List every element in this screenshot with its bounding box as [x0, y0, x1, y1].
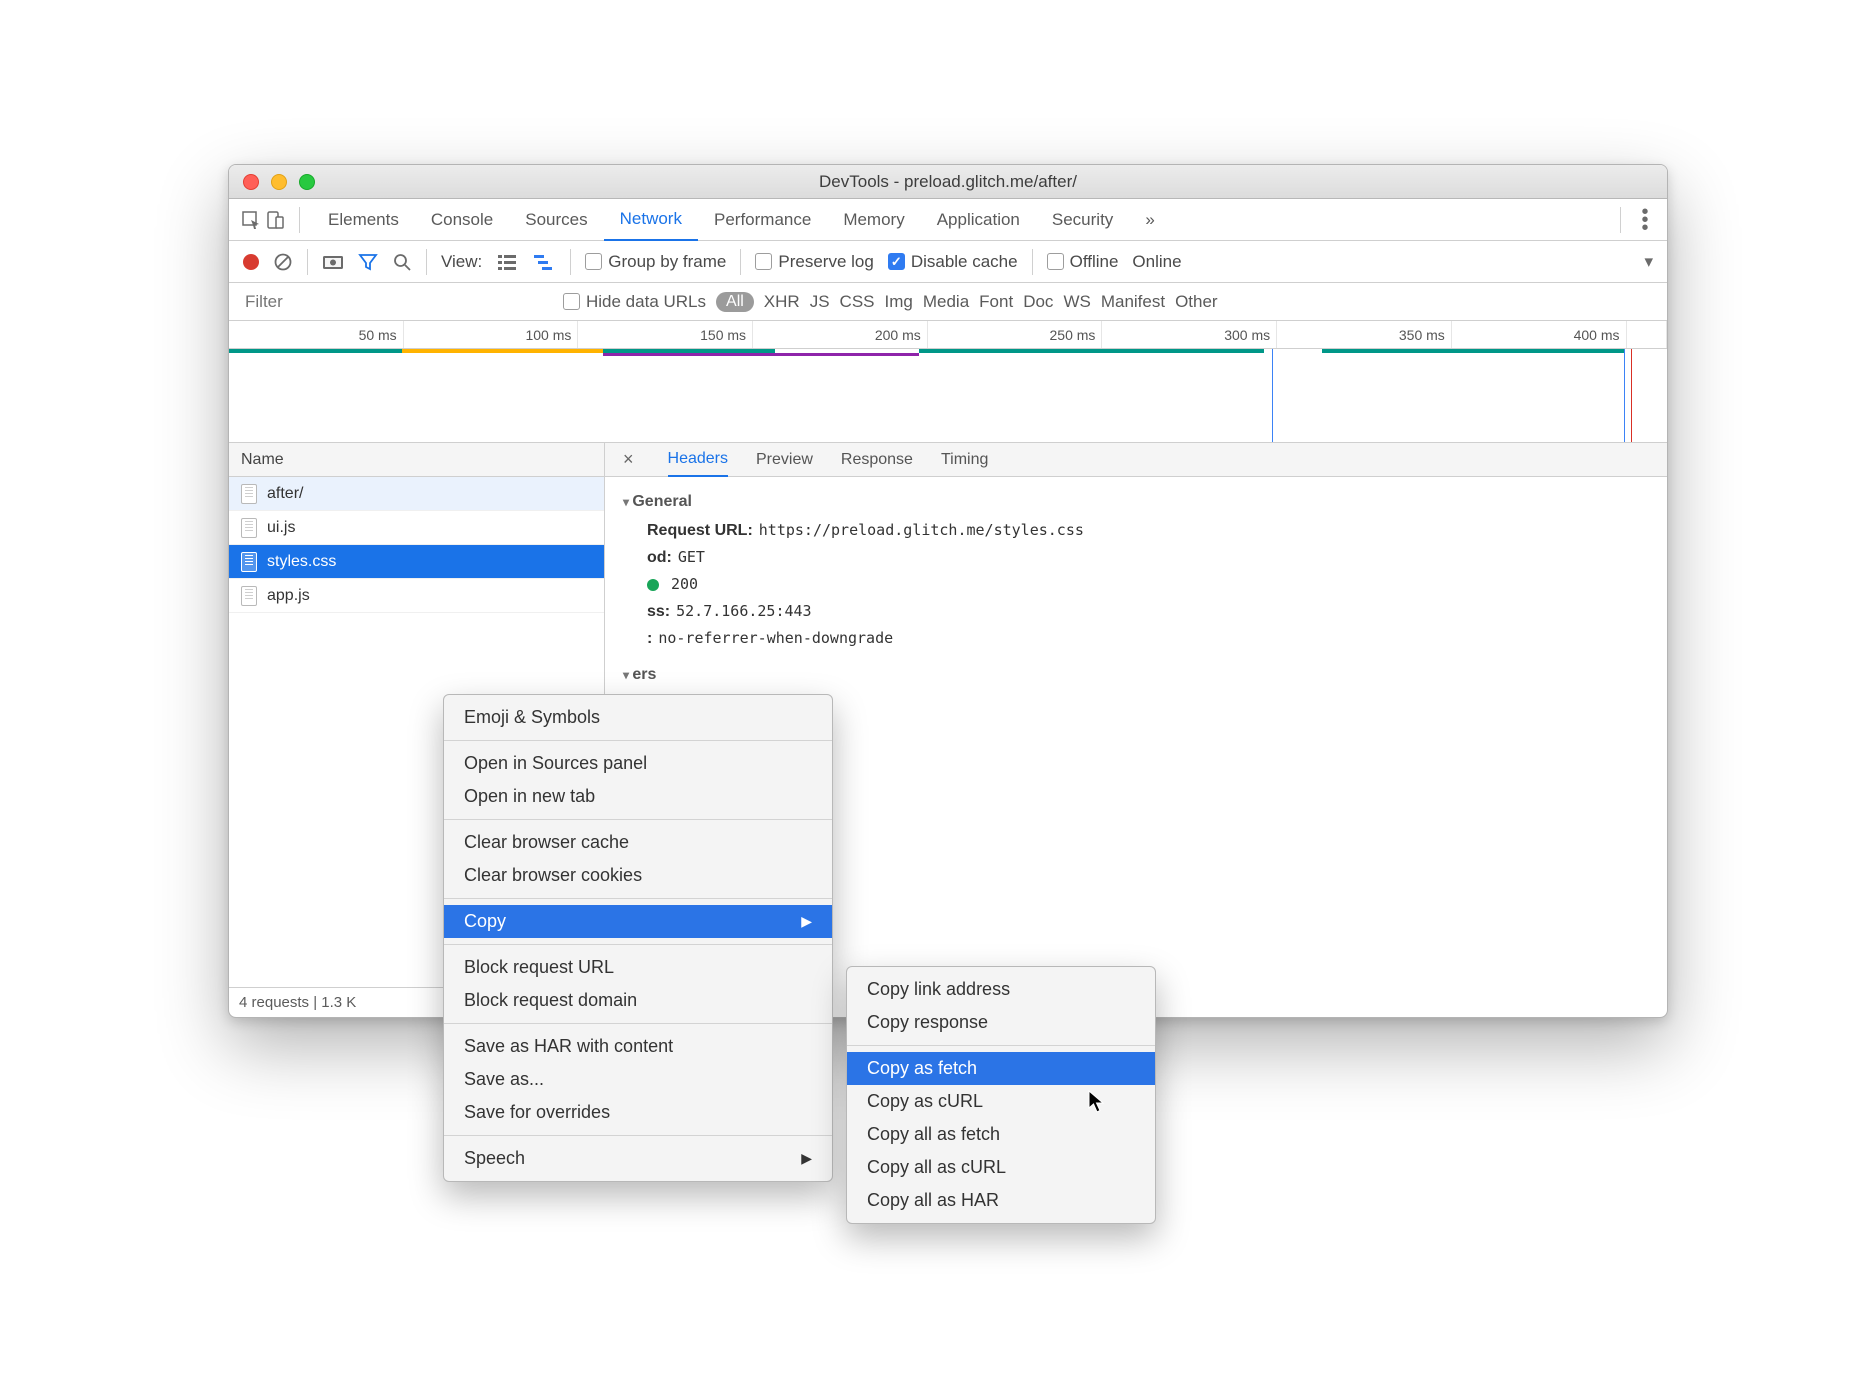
status-dot-icon [647, 579, 659, 591]
tab-sources[interactable]: Sources [509, 199, 603, 240]
request-row[interactable]: app.js [229, 579, 604, 613]
throttling-dropdown-icon[interactable]: ▾ [1644, 252, 1653, 272]
filter-type-media[interactable]: Media [923, 292, 969, 312]
refpolicy-label-partial: : [647, 630, 652, 647]
filter-type-manifest[interactable]: Manifest [1101, 292, 1165, 312]
disable-cache-checkbox[interactable]: Disable cache [888, 252, 1018, 272]
filter-type-font[interactable]: Font [979, 292, 1013, 312]
filter-bar: Hide data URLs All XHR JS CSS Img Media … [229, 283, 1667, 321]
column-header-name[interactable]: Name [229, 443, 604, 477]
tab-console[interactable]: Console [415, 199, 509, 240]
search-icon[interactable] [392, 252, 412, 272]
context-menu: Emoji & Symbols Open in Sources panel Op… [443, 694, 833, 1182]
detail-tabs: × Headers Preview Response Timing [605, 443, 1667, 477]
method-value: GET [678, 548, 705, 566]
file-icon [241, 484, 257, 504]
filter-type-other[interactable]: Other [1175, 292, 1218, 312]
main-tabs: Elements Console Sources Network Perform… [229, 199, 1667, 241]
clear-button[interactable] [273, 252, 293, 272]
group-by-frame-checkbox[interactable]: Group by frame [585, 252, 726, 272]
submenu-copy-as-fetch[interactable]: Copy as fetch [847, 1052, 1155, 1085]
device-toggle-icon[interactable] [263, 208, 287, 232]
detail-tab-headers[interactable]: Headers [668, 444, 728, 477]
response-headers-section[interactable]: ers [623, 666, 1649, 684]
screenshots-icon[interactable] [322, 253, 344, 271]
method-label-partial: od: [647, 549, 672, 566]
copy-submenu: Copy link address Copy response Copy as … [846, 966, 1156, 1224]
titlebar: DevTools - preload.glitch.me/after/ [229, 165, 1667, 199]
tab-performance[interactable]: Performance [698, 199, 827, 240]
remote-label-partial: ss: [647, 603, 670, 620]
menu-save-har[interactable]: Save as HAR with content [444, 1030, 832, 1063]
tabs-overflow[interactable]: » [1129, 199, 1170, 240]
mouse-cursor-icon [1088, 1090, 1106, 1114]
file-icon [241, 518, 257, 538]
request-url-value: https://preload.glitch.me/styles.css [759, 521, 1084, 539]
menu-block-url[interactable]: Block request URL [444, 951, 832, 984]
menu-speech[interactable]: Speech▶ [444, 1142, 832, 1175]
request-row[interactable]: ui.js [229, 511, 604, 545]
submenu-copy-link[interactable]: Copy link address [847, 973, 1155, 1006]
menu-block-domain[interactable]: Block request domain [444, 984, 832, 1017]
request-url-label: Request URL: [647, 522, 753, 539]
menu-emoji-symbols[interactable]: Emoji & Symbols [444, 701, 832, 734]
detail-tab-response[interactable]: Response [841, 443, 913, 476]
filter-toggle-icon[interactable] [358, 252, 378, 272]
inspect-icon[interactable] [239, 208, 263, 232]
settings-menu-icon[interactable]: ••• [1633, 208, 1657, 232]
filter-type-doc[interactable]: Doc [1023, 292, 1053, 312]
menu-open-new-tab[interactable]: Open in new tab [444, 780, 832, 813]
waterfall-overview-icon[interactable] [532, 253, 556, 271]
submenu-arrow-icon: ▶ [801, 1150, 812, 1167]
submenu-copy-as-curl[interactable]: Copy as cURL [847, 1085, 1155, 1118]
network-toolbar: View: Group by frame Preserve log Disabl… [229, 241, 1667, 283]
offline-checkbox[interactable]: Offline [1047, 252, 1119, 272]
status-code-value: 200 [671, 575, 698, 593]
menu-open-sources[interactable]: Open in Sources panel [444, 747, 832, 780]
menu-save-overrides[interactable]: Save for overrides [444, 1096, 832, 1129]
tab-security[interactable]: Security [1036, 199, 1129, 240]
tab-memory[interactable]: Memory [827, 199, 920, 240]
waterfall-overview[interactable] [229, 349, 1667, 443]
file-icon [241, 552, 257, 572]
large-rows-icon[interactable] [496, 253, 518, 271]
submenu-arrow-icon: ▶ [801, 913, 812, 930]
filter-type-js[interactable]: JS [810, 292, 830, 312]
referrer-policy-value: no-referrer-when-downgrade [658, 629, 893, 647]
submenu-copy-all-fetch[interactable]: Copy all as fetch [847, 1118, 1155, 1151]
timeline-ruler[interactable]: 50 ms 100 ms 150 ms 200 ms 250 ms 300 ms… [229, 321, 1667, 349]
submenu-copy-all-har[interactable]: Copy all as HAR [847, 1184, 1155, 1217]
request-row[interactable]: after/ [229, 477, 604, 511]
submenu-copy-all-curl[interactable]: Copy all as cURL [847, 1151, 1155, 1184]
filter-type-ws[interactable]: WS [1063, 292, 1090, 312]
menu-copy[interactable]: Copy▶ [444, 905, 832, 938]
menu-clear-cookies[interactable]: Clear browser cookies [444, 859, 832, 892]
file-icon [241, 586, 257, 606]
filter-type-img[interactable]: Img [885, 292, 913, 312]
general-section[interactable]: General [623, 493, 1649, 511]
submenu-copy-response[interactable]: Copy response [847, 1006, 1155, 1039]
filter-input[interactable] [243, 291, 553, 313]
tab-application[interactable]: Application [921, 199, 1036, 240]
detail-tab-preview[interactable]: Preview [756, 443, 813, 476]
detail-tab-timing[interactable]: Timing [941, 443, 988, 476]
tab-elements[interactable]: Elements [312, 199, 415, 240]
view-label: View: [441, 252, 482, 272]
remote-address-value: 52.7.166.25:443 [676, 602, 811, 620]
close-detail-button[interactable]: × [617, 449, 640, 470]
filter-type-all[interactable]: All [716, 292, 754, 312]
record-button[interactable] [243, 254, 259, 270]
online-select[interactable]: Online [1132, 252, 1181, 272]
filter-type-xhr[interactable]: XHR [764, 292, 800, 312]
menu-save-as[interactable]: Save as... [444, 1063, 832, 1096]
tab-network[interactable]: Network [604, 200, 698, 241]
preserve-log-checkbox[interactable]: Preserve log [755, 252, 873, 272]
window-title: DevTools - preload.glitch.me/after/ [229, 172, 1667, 192]
filter-type-css[interactable]: CSS [840, 292, 875, 312]
hide-data-urls-checkbox[interactable]: Hide data URLs [563, 292, 706, 312]
menu-clear-cache[interactable]: Clear browser cache [444, 826, 832, 859]
request-row[interactable]: styles.css [229, 545, 604, 579]
